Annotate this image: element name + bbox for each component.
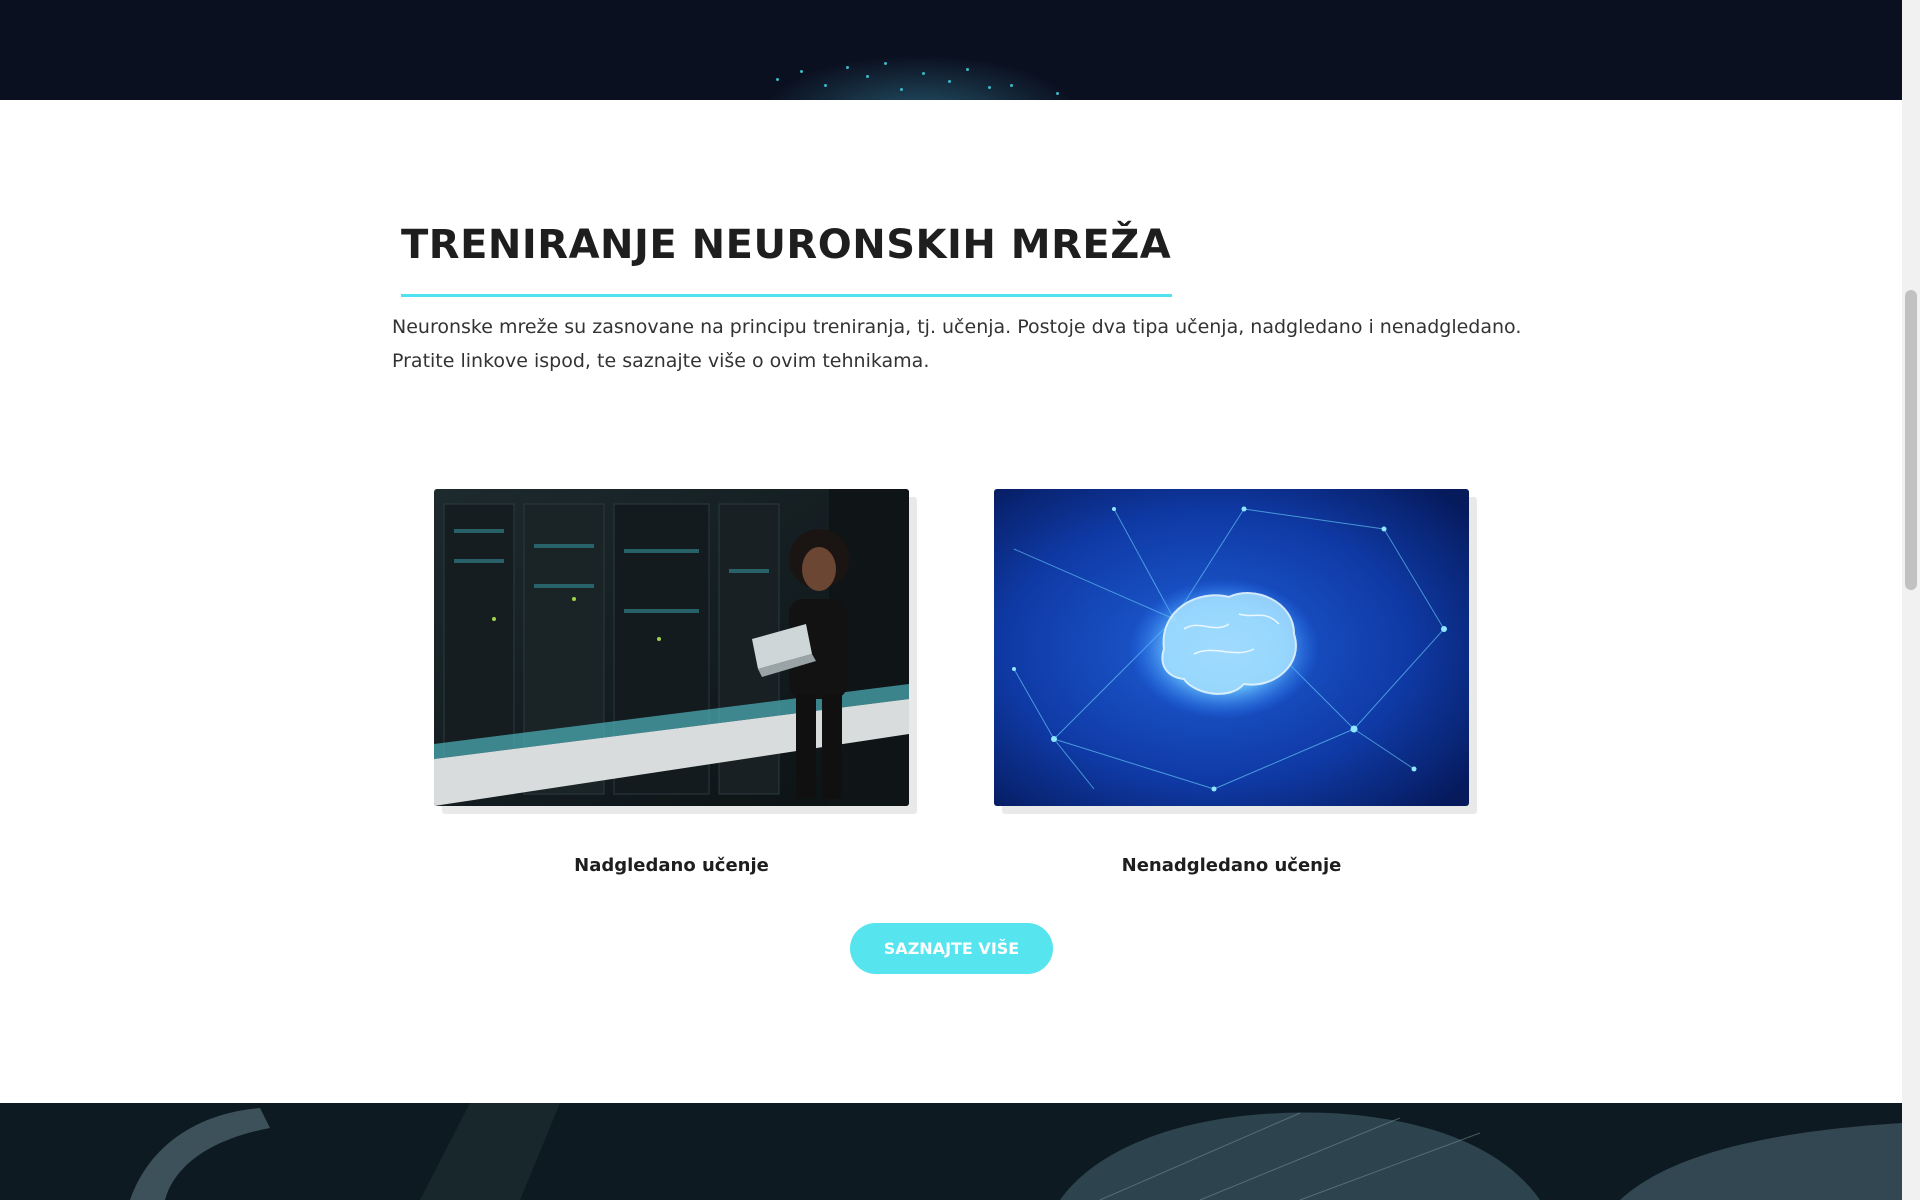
page: TRENIRANJE NEURONSKIH MREŽA Neuronske mr… <box>0 0 1920 1200</box>
banner-glow <box>760 55 1080 100</box>
training-section: TRENIRANJE NEURONSKIH MREŽA Neuronske mr… <box>0 100 1902 1103</box>
card-label-unsupervised[interactable]: Nenadgledano učenje <box>994 855 1469 876</box>
section-title: TRENIRANJE NEURONSKIH MREŽA <box>401 222 1172 268</box>
particle-dot <box>884 62 887 65</box>
particle-dot <box>1056 92 1059 95</box>
server-room-image[interactable] <box>434 489 909 806</box>
particle-dot <box>900 88 903 91</box>
learn-more-button[interactable]: SAZNAJTE VIŠE <box>850 923 1053 974</box>
section-intro: Neuronske mreže su zasnovane na principu… <box>392 316 1522 372</box>
particle-dot <box>866 75 869 78</box>
particle-dot <box>1010 84 1013 87</box>
particle-dot <box>824 84 827 87</box>
particle-dot <box>846 66 849 69</box>
particle-dot <box>922 72 925 75</box>
particle-dot <box>948 80 951 83</box>
page-scrollbar[interactable] <box>1902 0 1920 1200</box>
title-underline <box>401 294 1172 297</box>
card-supervised[interactable] <box>434 489 917 814</box>
bottom-banner-image <box>0 1103 1902 1200</box>
particle-dot <box>988 86 991 89</box>
particle-dot <box>800 70 803 73</box>
scrollbar-thumb[interactable] <box>1905 290 1917 590</box>
particle-dot <box>776 78 779 81</box>
particle-dot <box>966 68 969 71</box>
brain-network-image[interactable] <box>994 489 1469 806</box>
top-banner-image <box>0 0 1902 100</box>
card-unsupervised[interactable] <box>994 489 1477 814</box>
card-label-supervised[interactable]: Nadgledano učenje <box>434 855 909 876</box>
